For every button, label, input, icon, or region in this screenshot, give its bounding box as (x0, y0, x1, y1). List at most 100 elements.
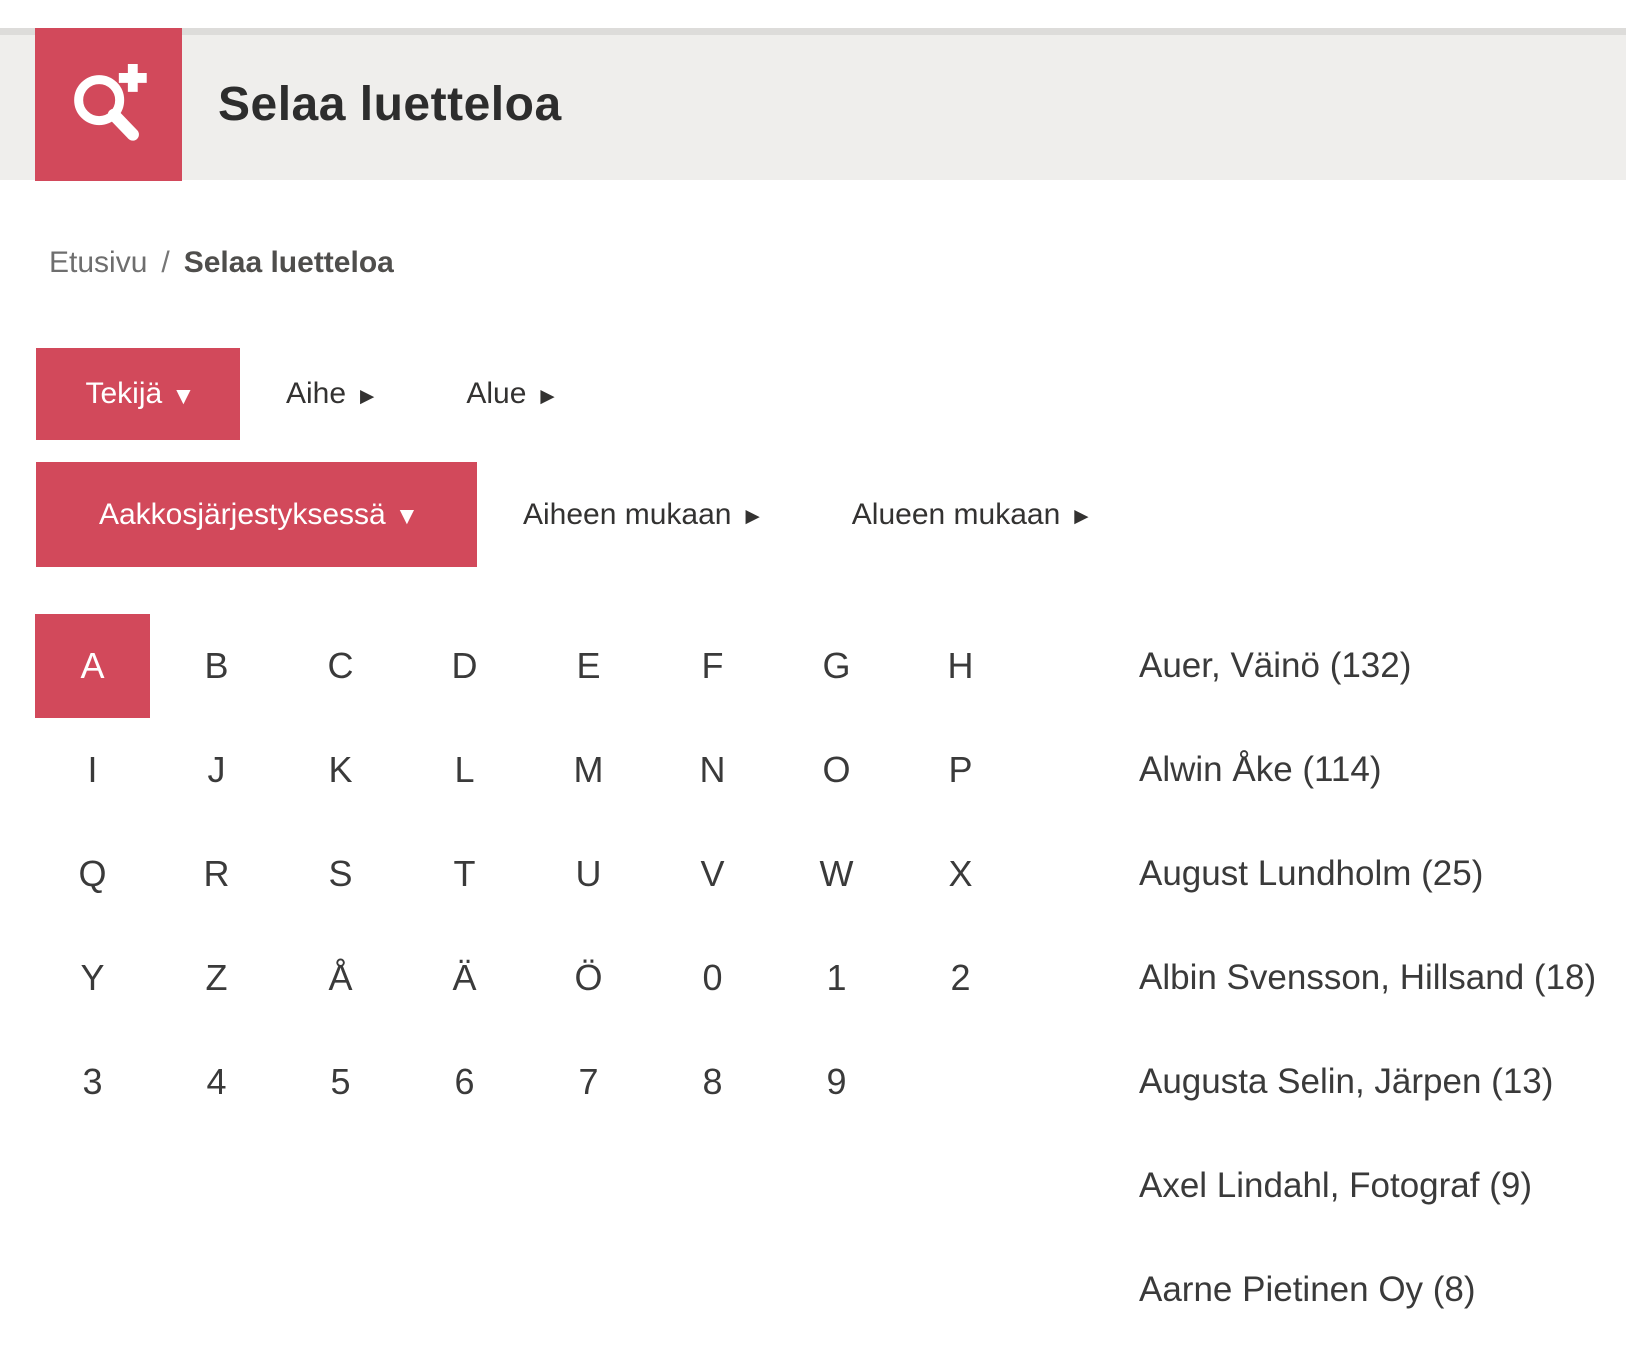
author-link[interactable]: Alwin Åke (114) (1139, 718, 1596, 822)
letter-label: A (80, 645, 105, 686)
letter-cell[interactable]: W (779, 822, 894, 926)
sort-tab[interactable]: Aiheen mukaan ▶ (477, 462, 806, 567)
letter-label: Ä (452, 957, 477, 998)
letter-cell[interactable]: 0 (655, 926, 770, 1030)
letter-cell[interactable]: C (283, 614, 398, 718)
letter-cell[interactable]: P (903, 718, 1018, 822)
letter-cell[interactable]: X (903, 822, 1018, 926)
letter-label: 3 (82, 1061, 103, 1102)
letter-label: G (822, 645, 851, 686)
letter-cell[interactable]: I (35, 718, 150, 822)
letter-label: K (328, 749, 353, 790)
letter-label: 1 (826, 957, 847, 998)
sort-tab-label: Alueen mukaan (851, 497, 1061, 531)
search-plus-icon (73, 63, 147, 141)
letter-label: F (701, 645, 724, 686)
sort-tab[interactable]: Aakkosjärjestyksessä ▼ (36, 462, 477, 567)
letter-cell[interactable]: 4 (159, 1030, 274, 1134)
letter-cell[interactable]: Å (283, 926, 398, 1030)
letter-label: V (700, 853, 725, 894)
letter-cell[interactable]: 8 (655, 1030, 770, 1134)
letter-label: C (327, 645, 354, 686)
letter-cell[interactable]: 5 (283, 1030, 398, 1134)
letter-cell[interactable]: D (407, 614, 522, 718)
filter-tab-label: Alue (466, 377, 527, 410)
breadcrumb-home-link[interactable]: Etusivu (49, 246, 147, 280)
letter-cell[interactable]: 6 (407, 1030, 522, 1134)
author-link[interactable]: Auer, Väinö (132) (1139, 614, 1596, 718)
tab-arrow-icon: ▶ (1074, 506, 1089, 527)
letter-cell[interactable]: 2 (903, 926, 1018, 1030)
letter-cell[interactable]: E (531, 614, 646, 718)
author-link[interactable]: Aarne Pietinen Oy (8) (1139, 1238, 1596, 1342)
letter-label: 5 (330, 1061, 351, 1102)
letter-label: Å (328, 957, 353, 998)
letter-label: Z (205, 957, 228, 998)
letter-label: H (947, 645, 974, 686)
letter-label: 0 (702, 957, 723, 998)
author-link[interactable]: Augusta Selin, Järpen (13) (1139, 1030, 1596, 1134)
filter-tab[interactable]: Aihe ▶ (240, 348, 420, 440)
letter-cell[interactable]: 9 (779, 1030, 894, 1134)
letter-cell[interactable]: 1 (779, 926, 894, 1030)
letter-label: L (454, 749, 475, 790)
letter-cell[interactable]: Q (35, 822, 150, 926)
author-link[interactable]: Albin Svensson, Hillsand (18) (1139, 926, 1596, 1030)
letter-label: 7 (578, 1061, 599, 1102)
letter-cell[interactable]: B (159, 614, 274, 718)
letter-cell[interactable]: U (531, 822, 646, 926)
sort-tab-label: Aiheen mukaan (523, 497, 732, 531)
tab-arrow-icon: ▶ (540, 385, 555, 407)
letter-label: X (948, 853, 973, 894)
letter-label: P (948, 749, 973, 790)
letter-label: R (203, 853, 230, 894)
letter-cell[interactable]: A (35, 614, 150, 718)
letter-cell[interactable]: 3 (35, 1030, 150, 1134)
tab-arrow-icon: ▼ (176, 385, 191, 407)
sort-tab[interactable]: Alueen mukaan ▶ (806, 462, 1135, 567)
letter-cell[interactable]: V (655, 822, 770, 926)
letter-cell[interactable]: M (531, 718, 646, 822)
letter-label: Y (80, 957, 105, 998)
letter-cell[interactable]: Ö (531, 926, 646, 1030)
tab-arrow-icon: ▶ (360, 385, 375, 407)
letter-label: 2 (950, 957, 971, 998)
letter-cell[interactable]: N (655, 718, 770, 822)
letter-cell[interactable]: G (779, 614, 894, 718)
letter-label: Ö (574, 957, 603, 998)
filter-tab-label: Aihe (286, 377, 347, 410)
letter-cell[interactable]: Y (35, 926, 150, 1030)
filter-tab-label: Tekijä (85, 377, 163, 410)
breadcrumb: Etusivu / Selaa luetteloa (49, 241, 394, 285)
breadcrumb-current: Selaa luetteloa (183, 246, 394, 279)
letter-label: T (453, 853, 476, 894)
letter-cell[interactable]: F (655, 614, 770, 718)
author-link[interactable]: Axel Lindahl, Fotograf (9) (1139, 1134, 1596, 1238)
breadcrumb-separator: / (161, 246, 170, 279)
letter-label: D (451, 645, 478, 686)
letter-cell[interactable]: L (407, 718, 522, 822)
letter-cell[interactable]: R (159, 822, 274, 926)
tab-arrow-icon: ▶ (745, 506, 760, 527)
letter-label: 8 (702, 1061, 723, 1102)
letter-cell[interactable]: S (283, 822, 398, 926)
letter-cell[interactable]: O (779, 718, 894, 822)
sort-tab-label: Aakkosjärjestyksessä (98, 497, 386, 531)
author-link[interactable]: August Lundholm (25) (1139, 822, 1596, 926)
letter-label: J (207, 749, 226, 790)
filter-tab[interactable]: Alue ▶ (420, 348, 600, 440)
letter-label: S (328, 853, 353, 894)
letter-cell[interactable]: Ä (407, 926, 522, 1030)
filter-tab[interactable]: Tekijä ▼ (36, 348, 240, 440)
header-logo (35, 28, 182, 181)
letter-cell[interactable]: 7 (531, 1030, 646, 1134)
letter-cell[interactable]: Z (159, 926, 274, 1030)
letter-label: U (575, 853, 602, 894)
letter-cell[interactable]: K (283, 718, 398, 822)
letter-cell[interactable]: H (903, 614, 1018, 718)
letter-label: N (699, 749, 726, 790)
letter-label: W (819, 853, 854, 894)
letter-cell[interactable]: J (159, 718, 274, 822)
letter-cell[interactable]: T (407, 822, 522, 926)
letter-label: E (576, 645, 601, 686)
